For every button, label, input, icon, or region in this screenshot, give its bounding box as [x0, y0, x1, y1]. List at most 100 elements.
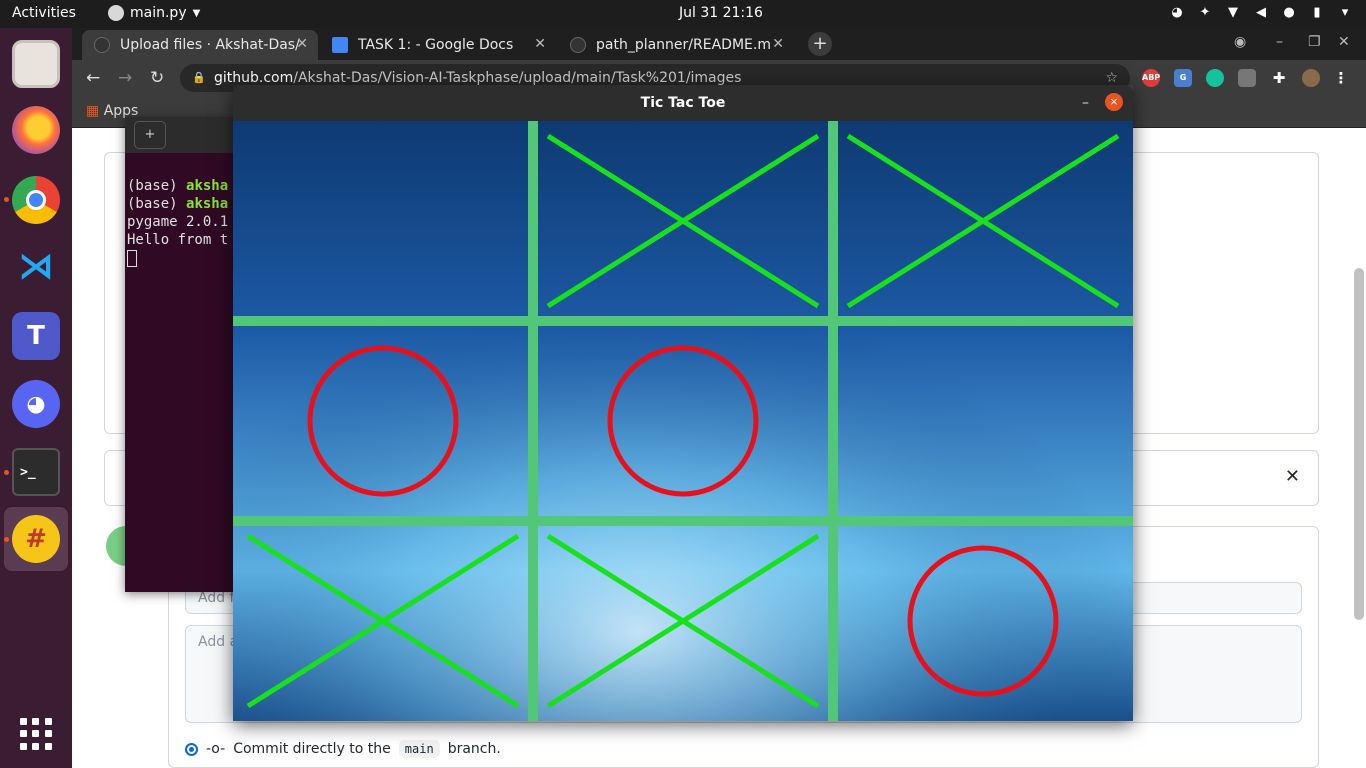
- board-cell[interactable]: [233, 321, 533, 521]
- menu-icon[interactable]: ⋮: [1332, 69, 1350, 87]
- forward-icon[interactable]: →: [118, 68, 132, 88]
- tab-title: TASK 1: - Google Docs: [358, 37, 514, 53]
- chevron-down-icon: ▼: [192, 7, 201, 19]
- system-tray[interactable]: ◕ ✦ ▼ ◀ ● ▮ ▾: [1168, 5, 1354, 20]
- github-icon: [570, 37, 586, 53]
- tab-path-planner[interactable]: path_planner/README.m ✕: [558, 30, 794, 60]
- game-board[interactable]: [233, 121, 1133, 721]
- tab-title: Upload files · Akshat-Das/: [120, 37, 300, 53]
- terminal-new-tab-button[interactable]: +: [134, 121, 166, 149]
- close-window-icon[interactable]: ✕: [1338, 34, 1350, 50]
- avatar[interactable]: [1302, 69, 1320, 87]
- extension-icon[interactable]: [1238, 69, 1256, 87]
- volume-icon: ◀: [1256, 5, 1266, 20]
- close-icon[interactable]: ✕: [296, 36, 308, 52]
- terminal-output[interactable]: (base) aksha (base) aksha pygame 2.0.1 Hell…: [127, 159, 228, 303]
- teams-app-icon[interactable]: T: [12, 312, 60, 360]
- line-prefix: (base): [127, 196, 187, 212]
- cell-hit-area[interactable]: [533, 321, 833, 521]
- running-indicator: [4, 470, 9, 475]
- git-commit-icon: -o-: [206, 741, 226, 757]
- battery-icon: ▮: [1313, 5, 1321, 20]
- page-scrollbar[interactable]: [1354, 268, 1364, 620]
- reload-icon[interactable]: ↻: [150, 68, 164, 88]
- activities-button[interactable]: Activities: [12, 5, 76, 21]
- board-cell[interactable]: [533, 121, 833, 321]
- puzzle-icon[interactable]: ✚: [1270, 69, 1288, 87]
- minimize-icon[interactable]: –: [1276, 34, 1283, 50]
- translate-extension-icon[interactable]: G: [1174, 69, 1192, 87]
- dock: ⋊ T ◕ >_ #: [0, 28, 72, 768]
- line-prefix: (base): [127, 178, 187, 194]
- firefox-icon[interactable]: [12, 106, 60, 154]
- board-cells: [233, 121, 1133, 721]
- adblock-extension-icon[interactable]: ABP: [1142, 69, 1160, 87]
- tictactoe-titlebar[interactable]: Tic Tac Toe – ×: [233, 85, 1133, 121]
- tictactoe-icon[interactable]: #: [12, 515, 60, 563]
- maximize-icon[interactable]: ❐: [1308, 34, 1321, 50]
- commit-direct-option[interactable]: -o- Commit directly to the main branch.: [185, 740, 501, 758]
- tab-search-icon[interactable]: ◉: [1234, 34, 1246, 50]
- terminal-line: (base) aksha: [127, 195, 228, 213]
- branch-name: main: [398, 740, 440, 758]
- commit-direct-radio[interactable]: [185, 742, 198, 756]
- window-title: Tic Tac Toe: [640, 95, 726, 111]
- show-applications-icon[interactable]: [20, 718, 52, 750]
- terminal-line: (base) aksha: [127, 177, 228, 195]
- board-cell[interactable]: [533, 321, 833, 521]
- teams-icon[interactable]: ✦: [1196, 5, 1214, 20]
- grammarly-extension-icon[interactable]: [1206, 69, 1224, 87]
- clock[interactable]: Jul 31 21:16: [679, 5, 763, 21]
- cell-hit-area[interactable]: [833, 321, 1133, 521]
- commit-option-suffix: branch.: [447, 741, 501, 757]
- terminal-line: Hello from t: [127, 231, 228, 249]
- board-cell[interactable]: [233, 121, 533, 321]
- url-path: /Akshat-Das/Vision-AI-Taskphase/upload/m…: [293, 70, 742, 86]
- close-icon[interactable]: ✕: [1285, 466, 1300, 487]
- wifi-icon: ▼: [1228, 5, 1238, 20]
- board-cell[interactable]: [833, 121, 1133, 321]
- running-indicator: [4, 197, 9, 202]
- github-icon: [94, 37, 110, 53]
- app-menu-label: main.py: [130, 5, 187, 21]
- close-icon[interactable]: ✕: [534, 36, 546, 52]
- cell-hit-area[interactable]: [233, 321, 533, 521]
- discord-icon[interactable]: ◕: [1168, 5, 1186, 20]
- close-button[interactable]: ×: [1105, 93, 1123, 111]
- board-cell[interactable]: [533, 521, 833, 721]
- tab-strip: Upload files · Akshat-Das/ ✕ TASK 1: - G…: [72, 28, 1366, 60]
- chrome-icon[interactable]: [12, 176, 60, 224]
- running-indicator: [4, 537, 9, 542]
- cell-hit-area[interactable]: [233, 121, 533, 321]
- line-prefix: pygame 2.0.1: [127, 214, 229, 230]
- cell-hit-area[interactable]: [833, 521, 1133, 721]
- terminal-cursor: [127, 249, 137, 267]
- app-menu[interactable]: main.py ▼: [108, 5, 200, 21]
- tab-upload-files[interactable]: Upload files · Akshat-Das/ ✕: [82, 30, 318, 60]
- new-tab-button[interactable]: +: [808, 32, 832, 56]
- discord-app-icon[interactable]: ◕: [12, 380, 60, 428]
- minimize-button[interactable]: –: [1082, 85, 1089, 121]
- vscode-icon[interactable]: ⋊: [12, 242, 60, 290]
- line-prefix: Hello from t: [127, 232, 229, 248]
- tab-google-docs[interactable]: TASK 1: - Google Docs ✕: [320, 30, 556, 60]
- chrome-center-icon: [26, 190, 46, 210]
- terminal-line: pygame 2.0.1: [127, 213, 228, 231]
- terminal-icon[interactable]: >_: [12, 448, 60, 496]
- files-icon[interactable]: [12, 40, 60, 88]
- close-icon[interactable]: ✕: [772, 36, 784, 52]
- line-user: aksha: [186, 196, 229, 212]
- back-icon[interactable]: ←: [86, 68, 100, 88]
- board-cell[interactable]: [233, 521, 533, 721]
- power-menu-icon[interactable]: ▾: [1336, 5, 1354, 20]
- google-docs-icon: [332, 37, 348, 53]
- line-user: aksha: [186, 178, 229, 194]
- board-cell[interactable]: [833, 521, 1133, 721]
- lock-icon: 🔒: [192, 71, 206, 84]
- terminal-cursor-line: [127, 249, 228, 267]
- board-cell[interactable]: [833, 321, 1133, 521]
- commit-option-label: Commit directly to the: [233, 741, 391, 757]
- microphone-icon: ●: [1283, 5, 1295, 20]
- tab-title: path_planner/README.m: [596, 37, 771, 53]
- apps-grid-icon: ▦: [86, 103, 100, 119]
